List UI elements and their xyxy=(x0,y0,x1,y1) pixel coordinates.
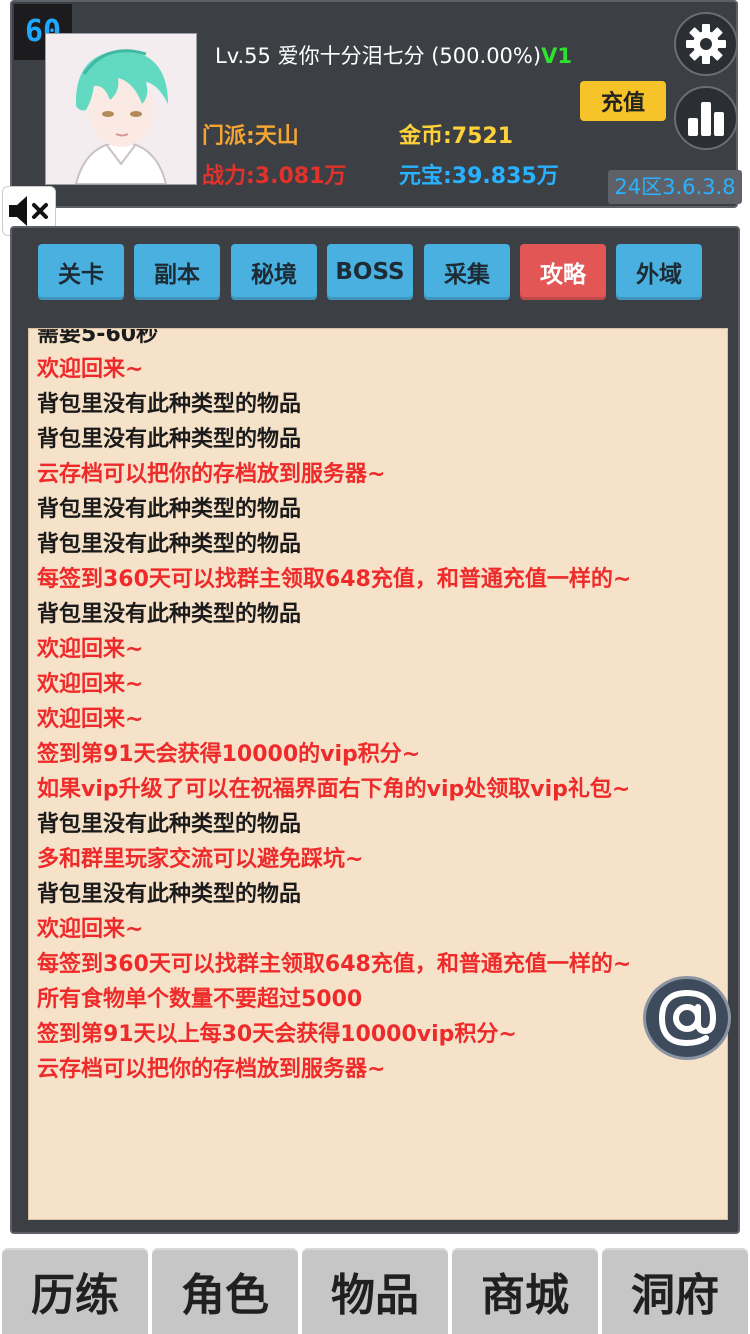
log-message: 签到第91天以上每30天会获得10000vip积分~ xyxy=(37,1022,517,1047)
log-message: 每签到360天可以找群主领取648充值，和普通充值一样的~ xyxy=(37,952,632,977)
log-message: 背包里没有此种类型的物品 xyxy=(37,497,302,522)
log-message: 云存档可以把你的存档放到服务器~ xyxy=(37,1057,386,1082)
log-message: 背包里没有此种类型的物品 xyxy=(37,532,302,557)
tab-boss[interactable]: BOSS xyxy=(327,244,413,300)
ingot-stat: 元宝:39.835万 xyxy=(399,164,559,189)
settings-button[interactable] xyxy=(674,12,738,76)
tab-stage[interactable]: 关卡 xyxy=(38,244,124,300)
gear-icon xyxy=(686,24,726,64)
tab-dungeon[interactable]: 副本 xyxy=(134,244,220,300)
bottom-nav: 历练 角色 物品 商城 洞府 xyxy=(0,1248,750,1334)
log-message: 每签到360天可以找群主领取648充值，和普通充值一样的~ xyxy=(37,567,632,592)
log-message: 云存档可以把你的存档放到服务器~ xyxy=(37,462,386,487)
nav-training[interactable]: 历练 xyxy=(2,1248,148,1334)
gold-stat: 金币:7521 xyxy=(399,124,514,149)
message-log[interactable]: 需要5-60秒 欢迎回来~ 背包里没有此种类型的物品 背包里没有此种类型的物品 云存档可… xyxy=(28,328,728,1220)
log-message: 所有食物单个数量不要超过5000 xyxy=(37,987,363,1012)
tab-secret-realm[interactable]: 秘境 xyxy=(231,244,317,300)
sect-stat: 门派:天山 xyxy=(202,124,299,149)
log-message: 签到第91天会获得10000的vip积分~ xyxy=(37,742,421,767)
game-screen: 60 Lv.55 爱你十分泪七分 (500.00%)V1 门派:天山 战力:3.… xyxy=(0,0,750,1334)
log-message: 欢迎回来~ xyxy=(37,637,144,662)
recharge-button[interactable]: 充值 xyxy=(580,81,666,121)
power-stat: 战力:3.081万 xyxy=(202,164,347,189)
log-message: 欢迎回来~ xyxy=(37,357,144,382)
player-header: 60 Lv.55 爱你十分泪七分 (500.00%)V1 门派:天山 战力:3.… xyxy=(10,0,742,208)
avatar[interactable] xyxy=(45,33,197,185)
at-sign-icon xyxy=(658,989,717,1047)
log-message: 欢迎回来~ xyxy=(37,672,144,697)
speaker-muted-icon xyxy=(9,196,48,226)
log-message: 背包里没有此种类型的物品 xyxy=(37,812,302,837)
tab-outer-realm[interactable]: 外域 xyxy=(616,244,702,300)
nav-shop[interactable]: 商城 xyxy=(452,1248,598,1334)
tab-guide[interactable]: 攻略 xyxy=(520,244,606,300)
log-message: 欢迎回来~ xyxy=(37,707,144,732)
log-message: 欢迎回来~ xyxy=(37,917,144,942)
log-message: 背包里没有此种类型的物品 xyxy=(37,882,302,907)
log-message: 背包里没有此种类型的物品 xyxy=(37,602,302,627)
log-message: 如果vip升级了可以在祝福界面右下角的vip处领取vip礼包~ xyxy=(37,777,631,802)
message-log-list: 需要5-60秒 欢迎回来~ 背包里没有此种类型的物品 背包里没有此种类型的物品 云存档可… xyxy=(37,328,632,1087)
log-message: 多和群里玩家交流可以避免踩坑~ xyxy=(37,847,364,872)
avatar-portrait xyxy=(46,34,196,184)
nav-cave-home[interactable]: 洞府 xyxy=(602,1248,748,1334)
bar-chart-icon xyxy=(688,102,724,136)
log-message: 背包里没有此种类型的物品 xyxy=(37,392,302,417)
log-message: 背包里没有此种类型的物品 xyxy=(37,427,302,452)
level-name-text: Lv.55 爱你十分泪七分 (500.00%) xyxy=(215,44,542,68)
vip-level: V1 xyxy=(541,44,572,68)
server-version: 24区3.6.3.8 xyxy=(608,170,742,204)
tab-gather[interactable]: 采集 xyxy=(424,244,510,300)
nav-items[interactable]: 物品 xyxy=(302,1248,448,1334)
log-message: 需要5-60秒 xyxy=(37,328,159,347)
player-level-name: Lv.55 爱你十分泪七分 (500.00%)V1 xyxy=(215,40,572,70)
ranking-button[interactable] xyxy=(674,86,738,150)
main-panel: 关卡 副本 秘境 BOSS 采集 攻略 外域 需要5-60秒欢迎回来~ 背包里没有… xyxy=(10,226,740,1234)
mention-button[interactable] xyxy=(643,976,731,1060)
nav-character[interactable]: 角色 xyxy=(152,1248,298,1334)
